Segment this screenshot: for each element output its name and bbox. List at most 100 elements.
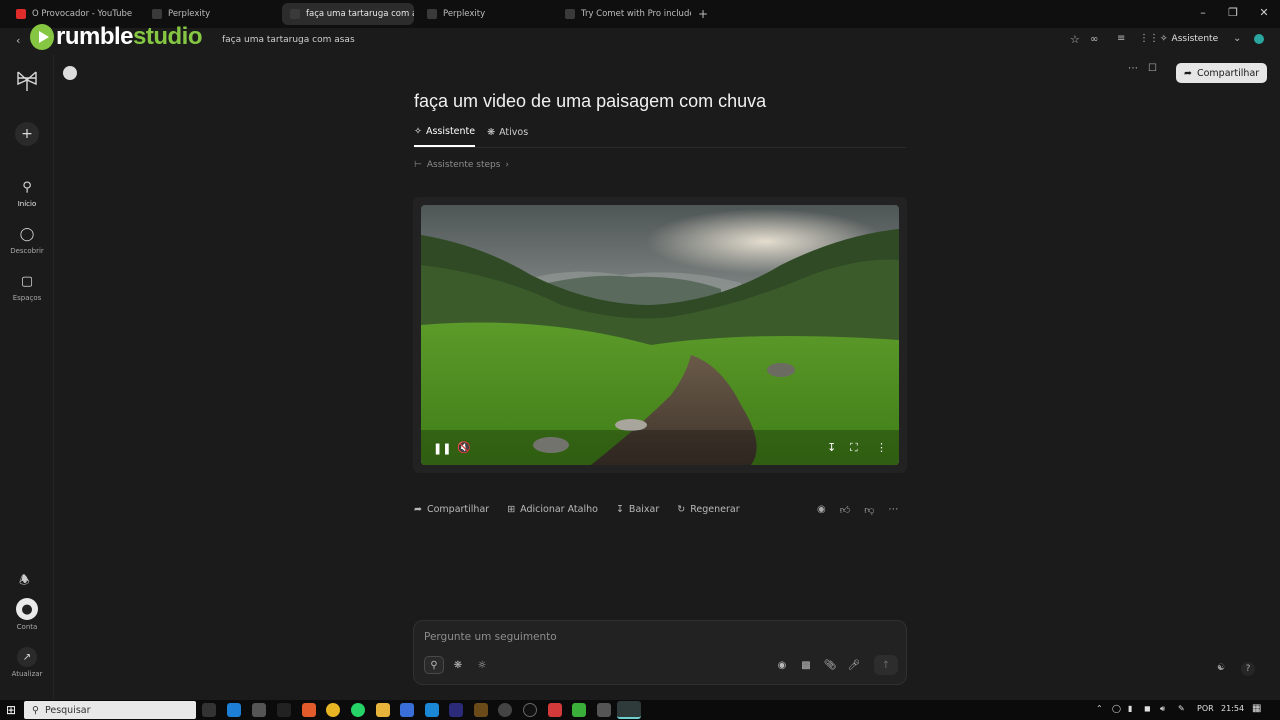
chrome-icon[interactable] <box>326 703 340 717</box>
sidebar-item-descobrir[interactable]: ◯ Descobrir <box>0 224 54 256</box>
wifi-icon[interactable]: ◼ <box>1144 704 1151 713</box>
clock[interactable]: 21:54 <box>1221 704 1244 713</box>
taskbar-search[interactable]: ⚲ Pesquisar <box>24 701 196 719</box>
mail-icon[interactable] <box>425 703 439 717</box>
edge-icon[interactable] <box>227 703 241 717</box>
tab-youtube[interactable]: O Provocador - YouTube <box>8 3 142 25</box>
sidebar: + ⚲ Início ◯ Descobrir ▢ Espaços 🕭 ● Con… <box>0 55 54 700</box>
language-indicator[interactable]: POR <box>1197 704 1214 713</box>
divider <box>414 147 906 148</box>
menu-icon[interactable]: ≡ <box>1117 33 1125 44</box>
more-options-icon[interactable]: ⋮ <box>876 441 887 454</box>
youtube-icon <box>16 9 26 19</box>
maximize-icon[interactable]: ❐ <box>1225 6 1241 19</box>
action-label: Compartilhar <box>426 504 490 515</box>
comet-taskbar-icon[interactable] <box>617 701 641 719</box>
paperclip-icon[interactable]: 📎︎ <box>820 656 840 674</box>
tab-ativos[interactable]: ❋ Ativos <box>487 126 528 147</box>
sidebar-item-espacos[interactable]: ▢ Espaços <box>0 271 54 303</box>
more-options-icon[interactable]: ⋯ <box>888 504 898 516</box>
battery-icon[interactable]: ▮ <box>1128 704 1132 713</box>
photoshop-icon[interactable] <box>449 703 463 717</box>
tab-perplexity-1[interactable]: Perplexity <box>144 3 278 25</box>
link-icon[interactable]: ∞ <box>1090 34 1098 45</box>
minimize-icon[interactable]: – <box>1195 6 1211 19</box>
share-button[interactable]: ➦ Compartilhar <box>1176 63 1268 83</box>
pen-icon[interactable]: ✎ <box>1178 704 1185 713</box>
fullscreen-icon[interactable]: ⛶ <box>850 441 858 455</box>
translate-icon[interactable]: ☯ <box>1217 663 1225 673</box>
video-player[interactable]: ❚❚ 🔇 ↧ ⛶ ⋮ <box>421 205 899 465</box>
notifications-icon[interactable]: ▦ <box>1252 703 1261 714</box>
address-text[interactable]: faça uma tartaruga com asas <box>222 35 355 45</box>
tray-chevron-icon[interactable]: ⌃ <box>1096 704 1103 713</box>
share-icon: ➦ <box>1184 67 1192 79</box>
brave-icon[interactable] <box>302 703 316 717</box>
tab-label: Assistente <box>425 126 476 137</box>
perplexity-logo-icon[interactable] <box>15 69 39 93</box>
rumble-studio-watermark: rumble studio <box>30 23 203 51</box>
tray-app-icon[interactable]: ◯ <box>1112 704 1121 713</box>
back-icon[interactable]: ‹ <box>16 34 20 47</box>
thumbs-down-icon[interactable]: 👎︎ <box>864 504 874 516</box>
microphone-icon[interactable]: 🎤︎ <box>844 656 864 674</box>
assistant-steps-toggle[interactable]: ⊢ Assistente steps › <box>414 160 509 170</box>
app-icon[interactable] <box>523 703 537 717</box>
close-icon[interactable]: ✕ <box>1256 6 1272 19</box>
research-mode-icon[interactable]: ❋ <box>448 656 468 674</box>
sidebar-item-inicio[interactable]: ⚲ Início <box>0 177 54 209</box>
globe-icon[interactable]: ◉ <box>817 504 826 516</box>
send-button[interactable]: ↑ <box>874 655 898 675</box>
download-icon: ↧ <box>615 504 624 515</box>
app-icon[interactable] <box>597 703 611 717</box>
arrow-up-right-icon: ↗ <box>17 647 37 667</box>
search-icon: ⚲ <box>32 704 39 716</box>
task-view-icon[interactable] <box>202 703 216 717</box>
upgrade-button[interactable]: ↗ Atualizar <box>0 647 54 678</box>
share-label: Compartilhar <box>1196 67 1260 79</box>
add-shortcut-button[interactable]: ⊞ Adicionar Atalho <box>507 504 598 515</box>
account-button[interactable]: ● Conta <box>0 598 54 631</box>
star-icon[interactable]: ☆ <box>1070 33 1080 46</box>
download-icon[interactable]: ↧ <box>827 441 836 454</box>
illustrator-icon[interactable] <box>474 703 488 717</box>
avatar: ● <box>16 598 38 620</box>
app-icon[interactable] <box>400 703 414 717</box>
voice-icon[interactable]: ⋮⋮ <box>1139 33 1159 44</box>
extension-icon[interactable] <box>1254 34 1264 44</box>
new-thread-button[interactable]: + <box>15 122 39 146</box>
chip-icon[interactable]: ▩ <box>796 656 816 674</box>
app-icon[interactable] <box>548 703 562 717</box>
followup-input[interactable]: Pergunte um seguimento <box>424 631 557 643</box>
assistant-button[interactable]: ✧ Assistente <box>1160 34 1218 44</box>
thumbs-up-icon[interactable]: 👍︎ <box>840 504 850 516</box>
app-icon[interactable] <box>572 703 586 717</box>
search-mode-icon[interactable]: ⚲ <box>424 656 444 674</box>
folder-icon[interactable] <box>376 703 390 717</box>
help-icon[interactable]: ? <box>1241 662 1255 676</box>
tab-assistente[interactable]: ✧ Assistente <box>414 126 476 147</box>
app-icon[interactable] <box>252 703 266 717</box>
bookmark-icon[interactable]: ☐ <box>1148 63 1157 74</box>
windows-start-icon[interactable]: ⊞ <box>6 703 16 717</box>
steps-label: Assistente steps <box>426 160 501 170</box>
lightbulb-icon[interactable]: ☼ <box>472 656 492 674</box>
regenerate-button[interactable]: ↻ Regenerar <box>677 504 739 515</box>
app-icon[interactable] <box>277 703 291 717</box>
whatsapp-icon[interactable] <box>351 703 365 717</box>
share-action-button[interactable]: ➦ Compartilhar <box>414 504 489 515</box>
app-icon[interactable] <box>498 703 512 717</box>
tab-comet[interactable]: Try Comet with Pro included <box>557 3 691 25</box>
chevron-down-icon[interactable]: ⌄ <box>1233 33 1241 44</box>
new-tab-button[interactable]: + <box>694 3 714 25</box>
download-button[interactable]: ↧ Baixar <box>616 504 659 515</box>
volume-icon[interactable]: 🔊︎ <box>1160 704 1165 714</box>
more-options-icon[interactable]: ⋯ <box>1128 63 1138 74</box>
bell-icon[interactable]: 🕭 <box>19 571 30 592</box>
globe-icon[interactable]: ◉ <box>772 656 792 674</box>
space-avatar[interactable] <box>63 66 77 80</box>
pause-icon[interactable]: ❚❚ <box>433 442 451 455</box>
mute-icon[interactable]: 🔇 <box>457 441 471 454</box>
tab-perplexity-2[interactable]: Perplexity <box>419 3 553 25</box>
tab-active[interactable]: faça uma tartaruga com asas <box>282 3 414 25</box>
